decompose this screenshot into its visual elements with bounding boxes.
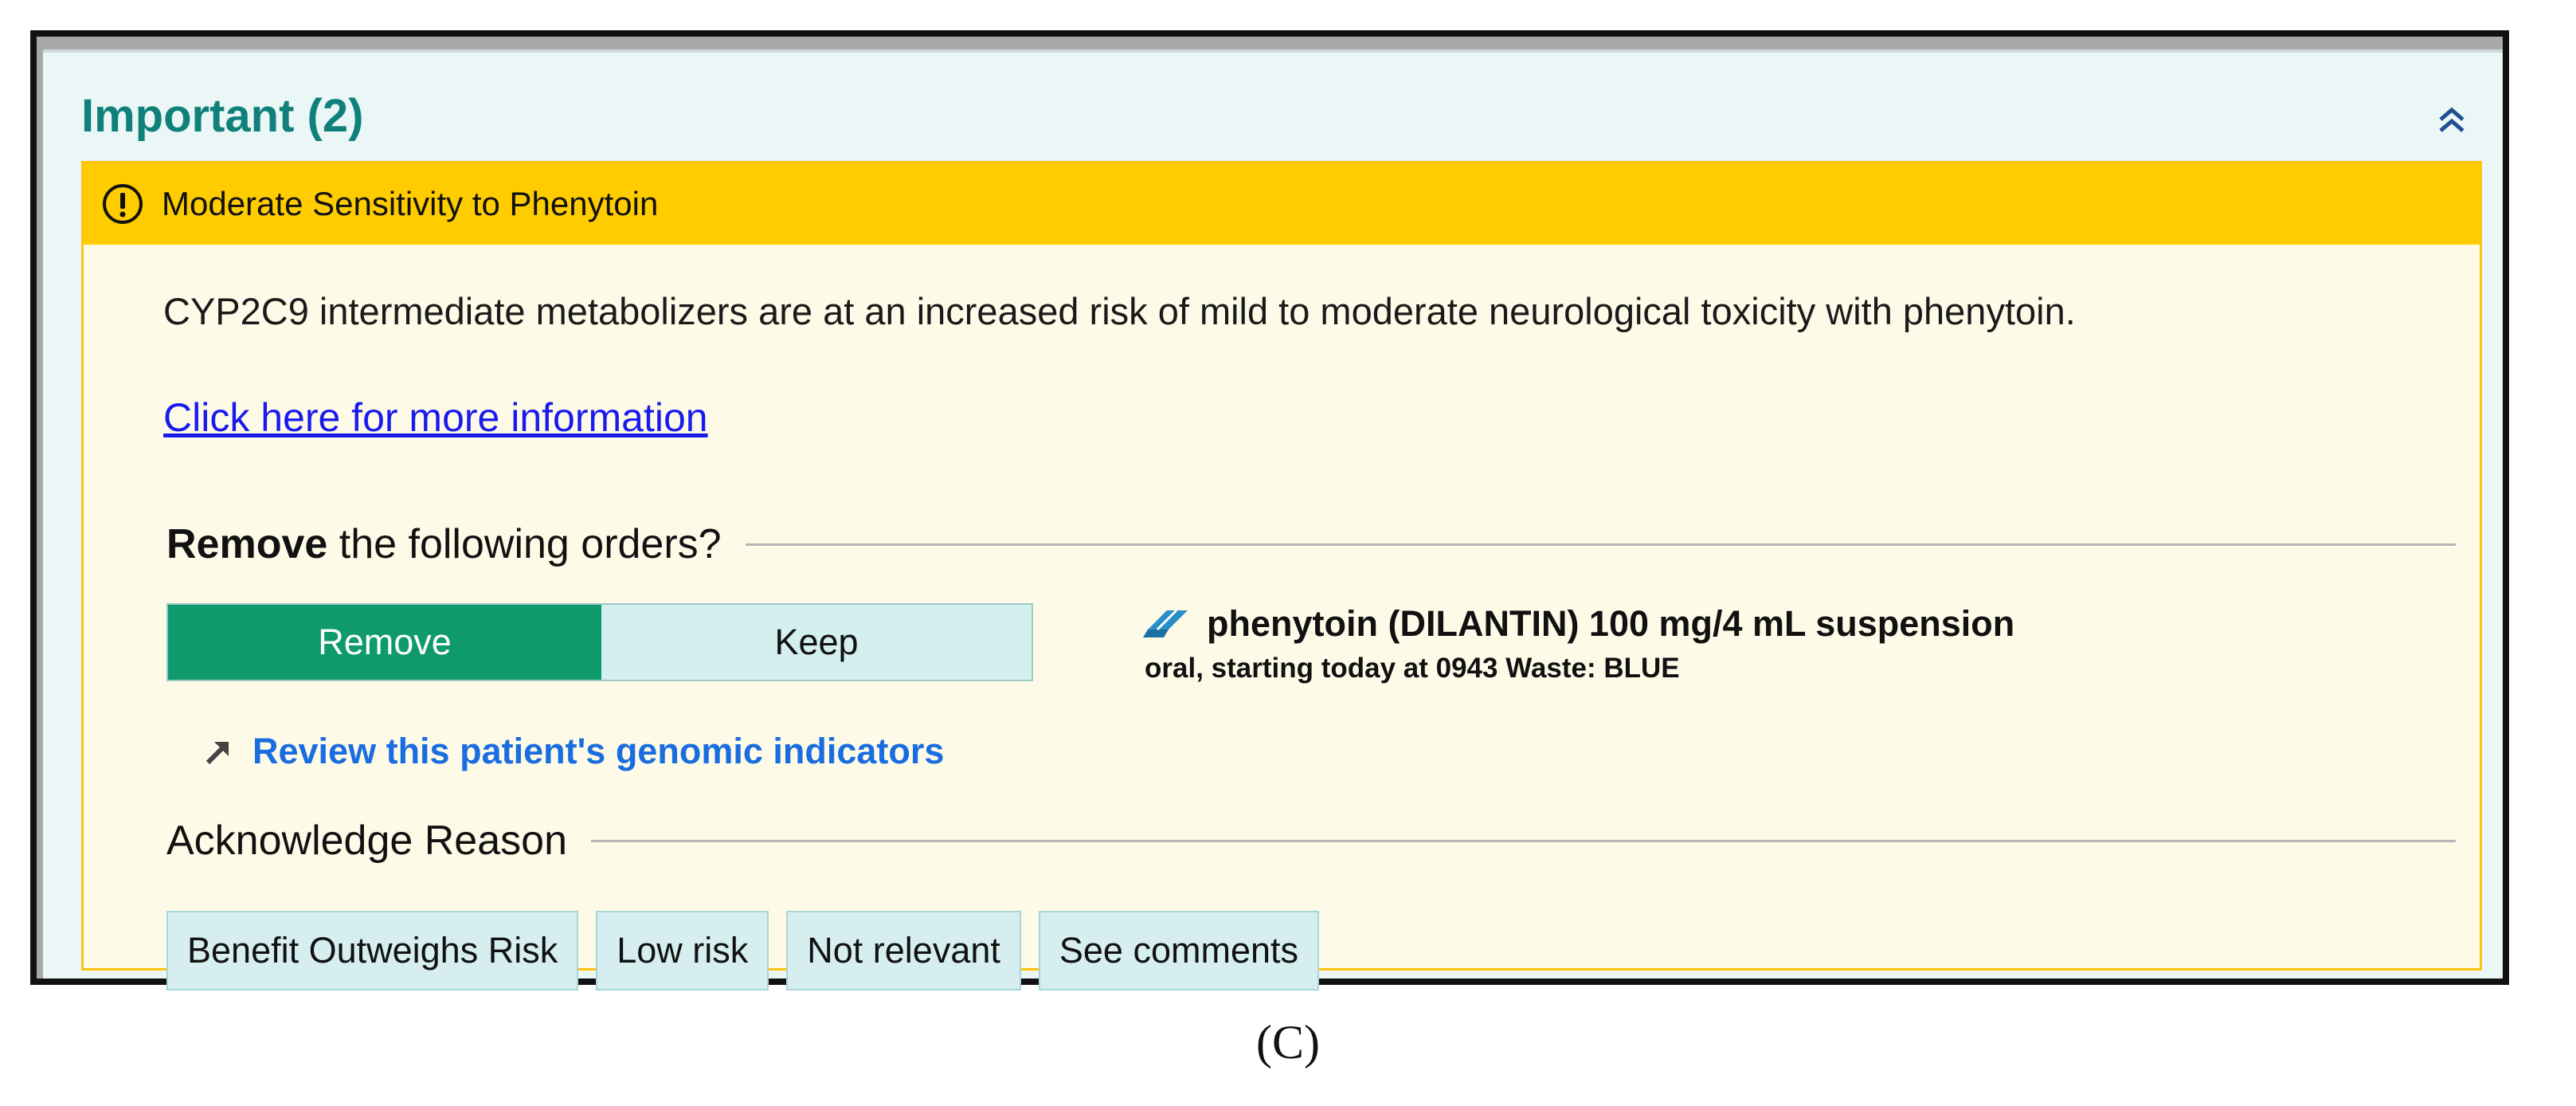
remove-button[interactable]: Remove (168, 605, 601, 680)
remove-keep-toggle: Remove Keep (166, 603, 1033, 681)
alert-header: Moderate Sensitivity to Phenytoin (84, 163, 2480, 245)
reason-low-risk-button[interactable]: Low risk (596, 911, 769, 990)
remove-orders-heading: Remove the following orders? (166, 520, 2456, 568)
reason-benefit-outweighs-risk-button[interactable]: Benefit Outweighs Risk (166, 911, 579, 990)
remove-heading-rest: the following orders? (327, 521, 722, 567)
review-genomic-indicators-link[interactable]: Review this patient's genomic indicators (202, 731, 944, 772)
order-name: phenytoin (DILANTIN) 100 mg/4 mL suspens… (1207, 603, 2015, 644)
collapse-button[interactable] (2428, 96, 2476, 143)
acknowledge-reasons: Benefit Outweighs Risk Low risk Not rele… (166, 911, 1320, 990)
double-chevron-up-icon (2439, 107, 2464, 132)
alert-card: Moderate Sensitivity to Phenytoin CYP2C9… (81, 161, 2482, 990)
alert-description: CYP2C9 intermediate metabolizers are at … (163, 290, 2076, 332)
order-details: oral, starting today at 0943 Waste: BLUE (1145, 653, 1680, 684)
reason-not-relevant-button[interactable]: Not relevant (786, 911, 1021, 990)
more-information-link[interactable]: Click here for more information (163, 394, 708, 441)
acknowledge-label: Acknowledge Reason (166, 818, 567, 864)
section-divider (745, 543, 2456, 546)
keep-button[interactable]: Keep (601, 605, 1032, 680)
arrow-up-right-icon (202, 735, 233, 767)
alert-title: Moderate Sensitivity to Phenytoin (162, 185, 659, 222)
order-item: phenytoin (DILANTIN) 100 mg/4 mL suspens… (1143, 603, 2014, 684)
review-link-text[interactable]: Review this patient's genomic indicators (253, 731, 944, 772)
important-panel: Important (2) Moderate Sensitivity to Ph… (43, 49, 2503, 990)
screenshot-frame: Important (2) Moderate Sensitivity to Ph… (30, 30, 2509, 990)
section-divider (591, 839, 2456, 842)
acknowledge-heading: Acknowledge Reason (166, 817, 2456, 865)
panel-title: Important (2) (81, 90, 364, 142)
remove-heading-bold: Remove (166, 521, 328, 567)
pill-icon (1143, 606, 1192, 642)
exclamation-circle-icon (101, 182, 144, 226)
reason-see-comments-button[interactable]: See comments (1038, 911, 1320, 990)
figure-caption: (C) (1256, 1016, 1320, 1069)
